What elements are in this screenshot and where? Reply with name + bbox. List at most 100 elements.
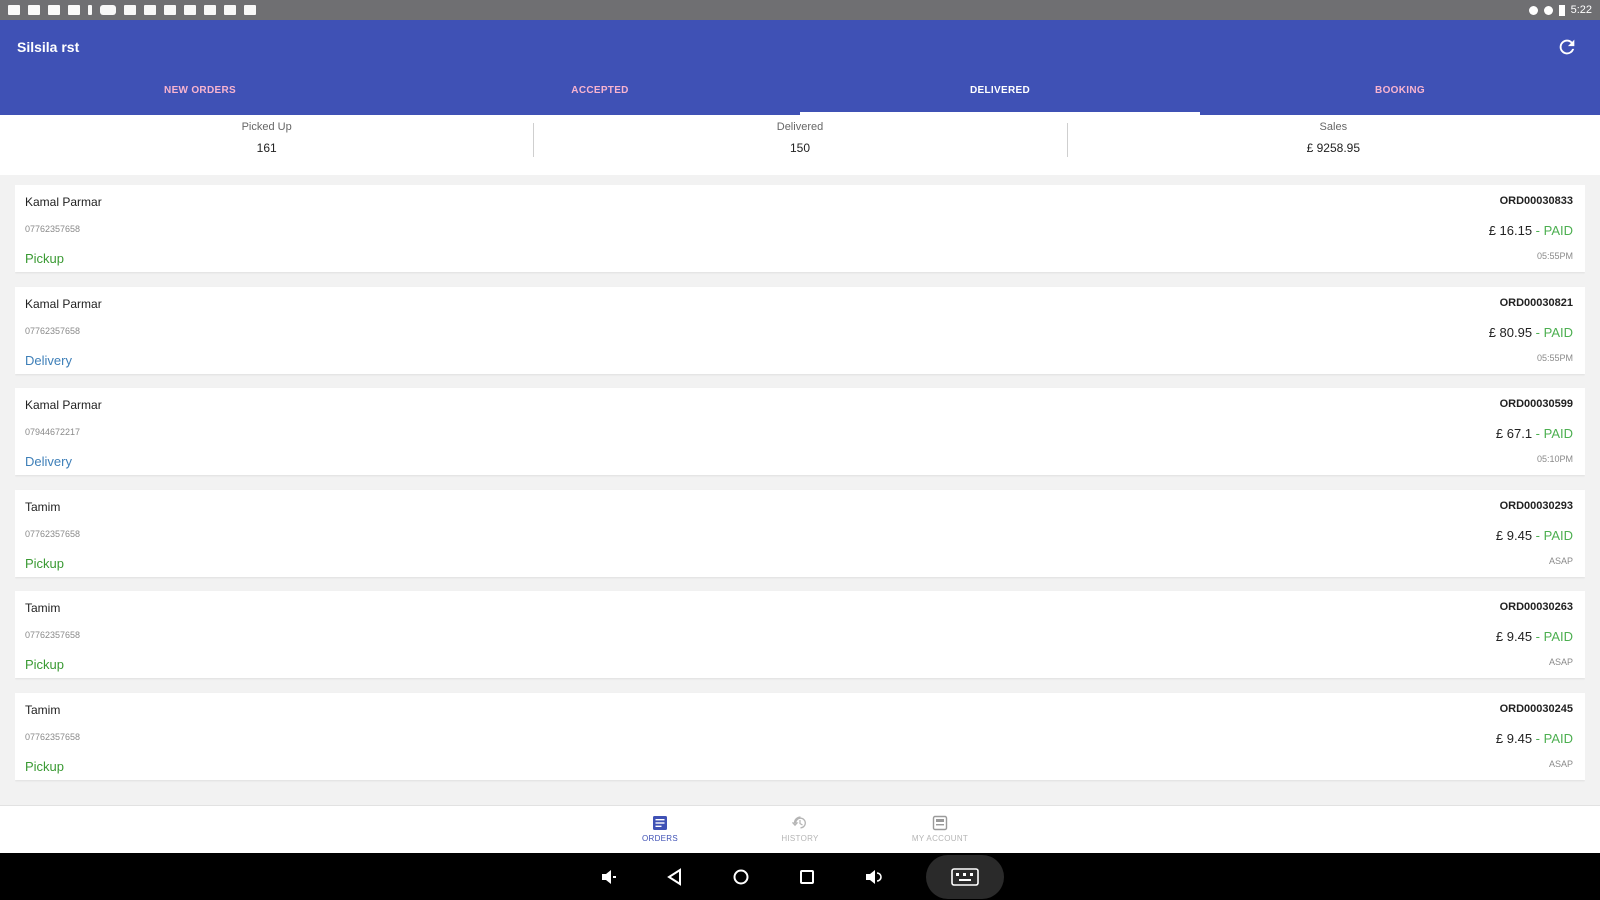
volume-down-button[interactable] [596,864,622,890]
order-amount: £ 80.95 - PAID [1489,325,1573,340]
order-time: ASAP [1548,758,1573,769]
clock: 5:22 [1570,4,1592,16]
amount-value: £ 9.45 [1495,527,1533,543]
payment-status: - PAID [1532,527,1573,543]
refresh-icon[interactable] [1556,36,1578,58]
stat-delivered: Delivered 150 [533,115,1066,175]
notification-icon [144,5,156,15]
app-bar: Silsila rst NEW ORDERS ACCEPTED DELIVERE… [0,20,1600,115]
wifi-icon [1543,5,1553,15]
notification-icon [204,5,216,15]
tab-bar: NEW ORDERS ACCEPTED DELIVERED BOOKING [0,71,1600,115]
order-card[interactable]: Kamal Parmar 07762357658 Delivery ORD000… [15,286,1585,374]
tab-new-orders[interactable]: NEW ORDERS [0,71,400,115]
order-type: Delivery [25,352,72,368]
payment-status: - PAID [1532,730,1573,746]
payment-status: - PAID [1532,223,1573,238]
home-icon [733,869,749,884]
customer-name: Kamal Parmar [25,195,102,209]
account-icon [932,815,948,831]
notification-icon [28,5,40,15]
order-time: ASAP [1548,555,1573,566]
stat-value: 150 [789,141,810,155]
system-status: 5:22 [1528,4,1592,16]
keyboard-button[interactable] [926,854,1004,899]
notification-icon [244,5,256,15]
order-type: Pickup [25,555,65,571]
customer-phone: 07762357658 [25,224,81,234]
notification-icon [48,5,60,15]
customer-phone: 07762357658 [25,731,81,742]
tab-delivered[interactable]: DELIVERED [800,71,1200,115]
order-card[interactable]: Tamim 07762357658 Pickup ORD00030263 £ 9… [15,591,1585,678]
customer-phone: 07762357658 [25,325,81,336]
order-card[interactable]: Kamal Parmar 07762357658 Pickup ORD00030… [15,185,1585,272]
system-navigation-bar [0,853,1600,900]
status-bar: 5:22 [0,0,1600,20]
battery-icon [1558,4,1565,16]
order-card[interactable]: Kamal Parmar 07944672217 Delivery ORD000… [15,388,1585,475]
home-button[interactable] [728,864,754,890]
stat-picked-up: Picked Up 161 [0,115,533,175]
order-time: 05:55PM [1536,352,1573,363]
amount-value: £ 9.45 [1495,730,1533,746]
order-type: Delivery [25,454,72,469]
nav-orders[interactable]: ORDERS [590,806,730,853]
customer-name: Tamim [25,702,61,717]
notification-icon [124,5,136,15]
notification-icon [224,5,236,15]
customer-phone: 07762357658 [25,630,81,640]
customer-phone: 07762357658 [25,528,81,539]
order-card[interactable]: Tamim 07762357658 Pickup ORD00030245 £ 9… [15,692,1585,780]
notification-icon [88,5,92,15]
nav-label: ORDERS [641,834,679,843]
nav-label: MY ACCOUNT [911,834,969,843]
stat-label: Sales [1319,121,1348,133]
customer-phone: 07944672217 [25,427,81,437]
order-amount: £ 9.45 - PAID [1496,731,1573,746]
payment-status: - PAID [1532,629,1573,644]
stats-summary: Picked Up 161 Delivered 150 Sales £ 9258… [0,115,1600,175]
nav-my-account[interactable]: MY ACCOUNT [870,806,1010,853]
order-amount: £ 67.1 - PAID [1496,426,1573,441]
recents-icon [800,869,814,884]
order-time: 05:55PM [1536,251,1573,261]
order-card[interactable]: Tamim 07762357658 Pickup ORD00030293 £ 9… [15,489,1585,577]
payment-status: - PAID [1532,324,1573,340]
bottom-nav: ORDERS HISTORY MY ACCOUNT [0,805,1600,853]
order-number: ORD00030821 [1499,296,1573,309]
notification-icon [8,5,20,15]
order-time: 05:10PM [1536,454,1573,464]
order-time: ASAP [1548,657,1573,667]
nav-history[interactable]: HISTORY [730,806,870,853]
stat-value: 161 [256,141,277,155]
recents-button[interactable] [794,864,820,890]
order-number: ORD00030293 [1499,499,1573,512]
order-number: ORD00030599 [1499,398,1573,410]
tab-accepted[interactable]: ACCEPTED [400,71,800,115]
notification-icon [184,5,196,15]
order-number: ORD00030263 [1499,601,1573,613]
stat-label: Delivered [776,121,824,133]
notification-icon [68,5,80,15]
keyboard-icon [951,867,979,886]
order-type: Pickup [25,657,65,672]
amount-value: £ 9.45 [1495,629,1533,644]
back-button[interactable] [662,864,688,890]
nav-label: HISTORY [781,834,819,843]
order-type: Pickup [25,251,65,266]
back-icon [667,867,681,886]
amount-value: £ 67.1 [1495,426,1533,441]
stat-sales: Sales £ 9258.95 [1066,115,1600,175]
history-icon [792,816,806,829]
customer-name: Tamim [25,601,61,615]
order-amount: £ 16.15 - PAID [1489,223,1573,238]
orders-list: Kamal Parmar 07762357658 Pickup ORD00030… [15,185,1585,803]
order-type: Pickup [25,758,65,774]
order-number: ORD00030833 [1499,195,1573,207]
notification-icon [164,5,176,15]
volume-up-button[interactable] [860,864,886,890]
tab-booking[interactable]: BOOKING [1200,71,1600,115]
order-amount: £ 9.45 - PAID [1496,528,1573,543]
orders-icon [653,816,667,830]
